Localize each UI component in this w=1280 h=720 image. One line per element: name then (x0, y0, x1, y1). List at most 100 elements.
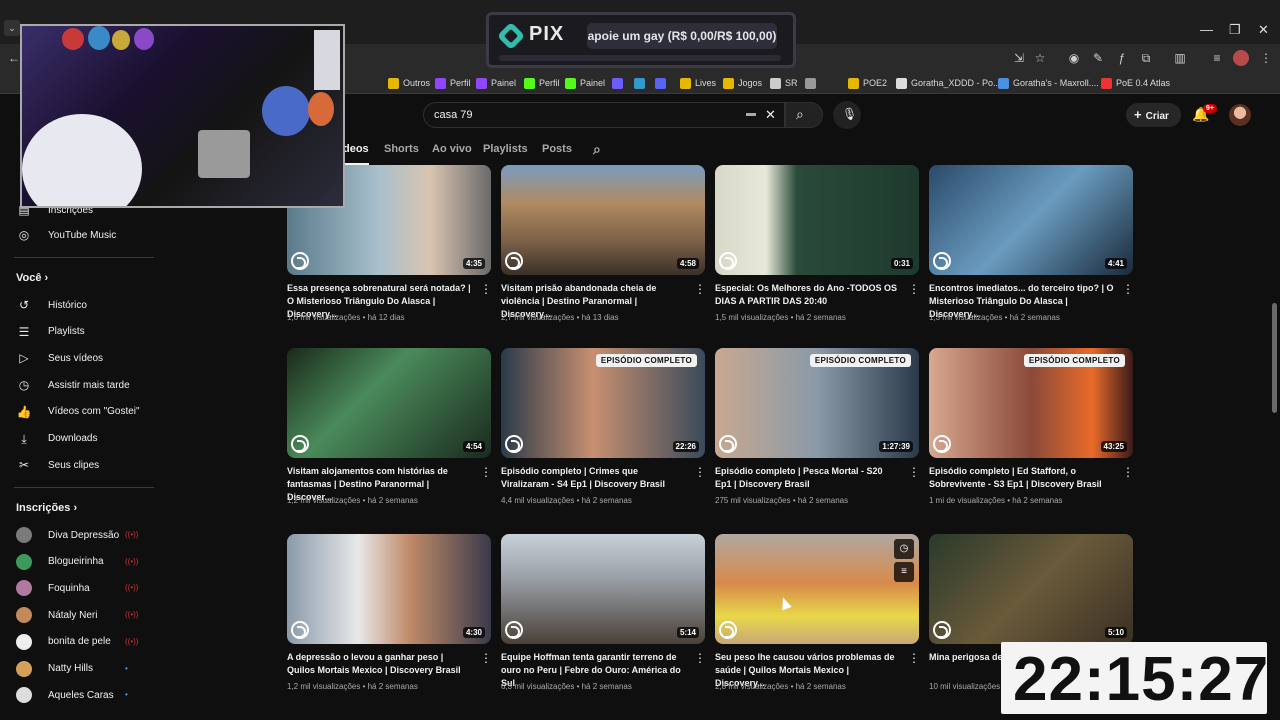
subscription-item[interactable]: Diva Depressão (16, 527, 119, 543)
scrollbar-thumb[interactable] (1272, 303, 1277, 413)
sidebar-item-history[interactable]: ↺ Histórico (16, 297, 87, 313)
bookmark-item[interactable]: Lives (680, 75, 716, 91)
more-options-icon[interactable]: ⋮ (908, 652, 920, 664)
video-thumbnail[interactable]: ◷ ≡ (715, 534, 919, 644)
subscription-item[interactable]: bonita de pele (16, 633, 111, 650)
more-options-icon[interactable]: ⋮ (694, 652, 706, 664)
subscription-item[interactable]: Nátaly Neri (16, 607, 97, 624)
sidebar-item-like[interactable]: 👍 Vídeos com "Gostei" (16, 404, 140, 420)
sidebar-subscriptions-heading[interactable]: Inscrições › (16, 502, 77, 514)
bookmark-item[interactable]: Jogos (723, 75, 762, 91)
voice-search-button[interactable]: 🎙 (833, 101, 861, 129)
more-options-icon[interactable]: ⋮ (1122, 466, 1134, 478)
video-thumbnail[interactable]: 0:31 (715, 165, 919, 275)
video-title[interactable]: Episódio completo | Pesca Mortal - S20 E… (715, 465, 901, 491)
more-options-icon[interactable]: ⋮ (480, 283, 492, 295)
more-options-icon[interactable]: ⋮ (480, 466, 492, 478)
create-button[interactable]: + Criar (1126, 103, 1181, 127)
more-options-icon[interactable]: ⋮ (694, 283, 706, 295)
avatar[interactable] (1229, 104, 1251, 126)
add-to-queue-icon[interactable]: ≡ (894, 562, 914, 582)
video-thumbnail[interactable]: 1:27:39 EPISÓDIO COMPLETO (715, 348, 919, 458)
subscription-item[interactable]: Foquinha (16, 580, 90, 597)
more-options-icon[interactable]: ⋮ (908, 283, 920, 295)
video-card[interactable]: 4:54 Visitam alojamentos com histórias de… (287, 348, 492, 518)
bookmark-item[interactable]: POE2 (848, 75, 887, 91)
video-thumbnail[interactable]: 5:10 (929, 534, 1133, 644)
subscription-item[interactable]: Blogueirinha (16, 553, 104, 570)
bookmark-item[interactable]: Painel (476, 75, 516, 91)
more-options-icon[interactable]: ⋮ (1122, 283, 1134, 295)
bookmark-item[interactable]: Goratha's - Maxroll.... (998, 75, 1099, 91)
sidebar-panel-icon[interactable]: ▥ (1172, 50, 1188, 66)
bookmark-item[interactable] (805, 75, 820, 91)
media-controls-icon[interactable]: ≡ (1209, 50, 1225, 66)
sidebar-item-clock[interactable]: ◷ Assistir mais tarde (16, 377, 130, 393)
subscription-item[interactable]: Natty Hills (16, 660, 93, 677)
video-thumbnail[interactable]: 5:14 (501, 534, 705, 644)
video-thumbnail[interactable]: 4:30 (287, 534, 491, 644)
video-card[interactable]: 4:30 A depressão o levou a ganhar peso | … (287, 534, 492, 704)
sidebar-item-scissors[interactable]: ✂ Seus clipes (16, 457, 99, 473)
browser-profile-avatar[interactable] (1233, 50, 1249, 66)
sidebar-item-download[interactable]: ⤓ Downloads (16, 431, 97, 447)
restore-button[interactable]: ❐ (1229, 22, 1241, 38)
minimize-button[interactable]: — (1200, 22, 1213, 37)
more-options-icon[interactable]: ⋮ (694, 466, 706, 478)
watch-later-icon[interactable]: ◷ (894, 539, 914, 559)
search-input[interactable]: casa 79 (434, 109, 473, 121)
tab-playlists[interactable]: Playlists (483, 143, 528, 155)
bookmark-star-icon[interactable]: ☆ (1032, 50, 1048, 66)
bookmark-item[interactable] (612, 75, 627, 91)
subscription-item[interactable]: Aqueles Caras (16, 687, 114, 704)
video-title[interactable]: Episódio completo | Ed Stafford, o Sobre… (929, 465, 1115, 491)
search-box[interactable]: casa 79 ▬ ✕ (423, 102, 785, 128)
browser-menu-icon[interactable]: ⋮ (1258, 50, 1274, 66)
font-extension-icon[interactable]: ƒ (1114, 50, 1130, 66)
video-title[interactable]: Episódio completo | Crimes que Viralizar… (501, 465, 687, 491)
camera-extension-icon[interactable]: ◉ (1066, 50, 1082, 66)
video-card[interactable]: 22:26 EPISÓDIO COMPLETO Episódio completo … (501, 348, 706, 518)
bookmark-item[interactable]: Perfil (435, 75, 471, 91)
bookmark-item[interactable]: Outros (388, 75, 430, 91)
scrollbar-track[interactable] (1270, 165, 1278, 705)
extensions-icon[interactable]: ⧉ (1138, 50, 1154, 66)
tab-videos[interactable]: deos (343, 143, 369, 155)
tab-posts[interactable]: Posts (542, 143, 572, 155)
video-card[interactable]: 43:25 EPISÓDIO COMPLETO Episódio completo … (929, 348, 1134, 518)
video-title[interactable]: Especial: Os Melhores do Ano -TODOS OS D… (715, 282, 901, 308)
video-title[interactable]: A depressão o levou a ganhar peso | Quil… (287, 651, 473, 677)
video-thumbnail[interactable]: 22:26 EPISÓDIO COMPLETO (501, 348, 705, 458)
keyboard-icon[interactable]: ▬ (746, 108, 756, 119)
video-card[interactable]: ◷ ≡ Seu peso lhe causou vários problemas d… (715, 534, 920, 704)
bookmark-item[interactable] (634, 75, 649, 91)
sidebar-item-video[interactable]: ▷ Seus vídeos (16, 350, 103, 366)
bookmark-item[interactable]: SR (770, 75, 798, 91)
video-thumbnail[interactable]: 4:41 (929, 165, 1133, 275)
clear-search-icon[interactable]: ✕ (765, 107, 776, 123)
video-thumbnail[interactable]: 4:58 (501, 165, 705, 275)
install-app-icon[interactable]: ⇲ (1011, 50, 1027, 66)
sidebar-item-playlist[interactable]: ☰ Playlists (16, 324, 85, 340)
bookmark-item[interactable]: Painel (565, 75, 605, 91)
tab-shorts[interactable]: Shorts (384, 143, 419, 155)
tab-search-button[interactable]: ⌄ (4, 20, 20, 36)
video-card[interactable]: 0:31 Especial: Os Melhores do Ano -TODOS … (715, 165, 920, 335)
video-card[interactable]: 4:58 Visitam prisão abandonada cheia de v… (501, 165, 706, 335)
video-thumbnail[interactable]: 43:25 EPISÓDIO COMPLETO (929, 348, 1133, 458)
sidebar-item-youtube-music[interactable]: ◎ YouTube Music (16, 227, 116, 243)
search-button[interactable]: ⌕ (785, 102, 823, 128)
bookmark-item[interactable]: PoE 0.4 Atlas (1101, 75, 1170, 91)
tab-live[interactable]: Ao vivo (432, 143, 472, 155)
pen-extension-icon[interactable]: ✎ (1090, 50, 1106, 66)
video-card[interactable]: 4:41 Encontros imediatos... do terceiro t… (929, 165, 1134, 335)
channel-search-icon[interactable]: ⌕ (593, 141, 601, 158)
bookmark-item[interactable]: Goratha_XDDD - Po... (896, 75, 1001, 91)
more-options-icon[interactable]: ⋮ (908, 466, 920, 478)
more-options-icon[interactable]: ⋮ (480, 652, 492, 664)
sidebar-you-heading[interactable]: Você › (16, 272, 48, 284)
close-window-button[interactable]: ✕ (1258, 22, 1269, 38)
video-card[interactable]: 5:14 Equipe Hoffman tenta garantir terren… (501, 534, 706, 704)
bookmark-item[interactable]: Perfil (524, 75, 560, 91)
video-thumbnail[interactable]: 4:54 (287, 348, 491, 458)
